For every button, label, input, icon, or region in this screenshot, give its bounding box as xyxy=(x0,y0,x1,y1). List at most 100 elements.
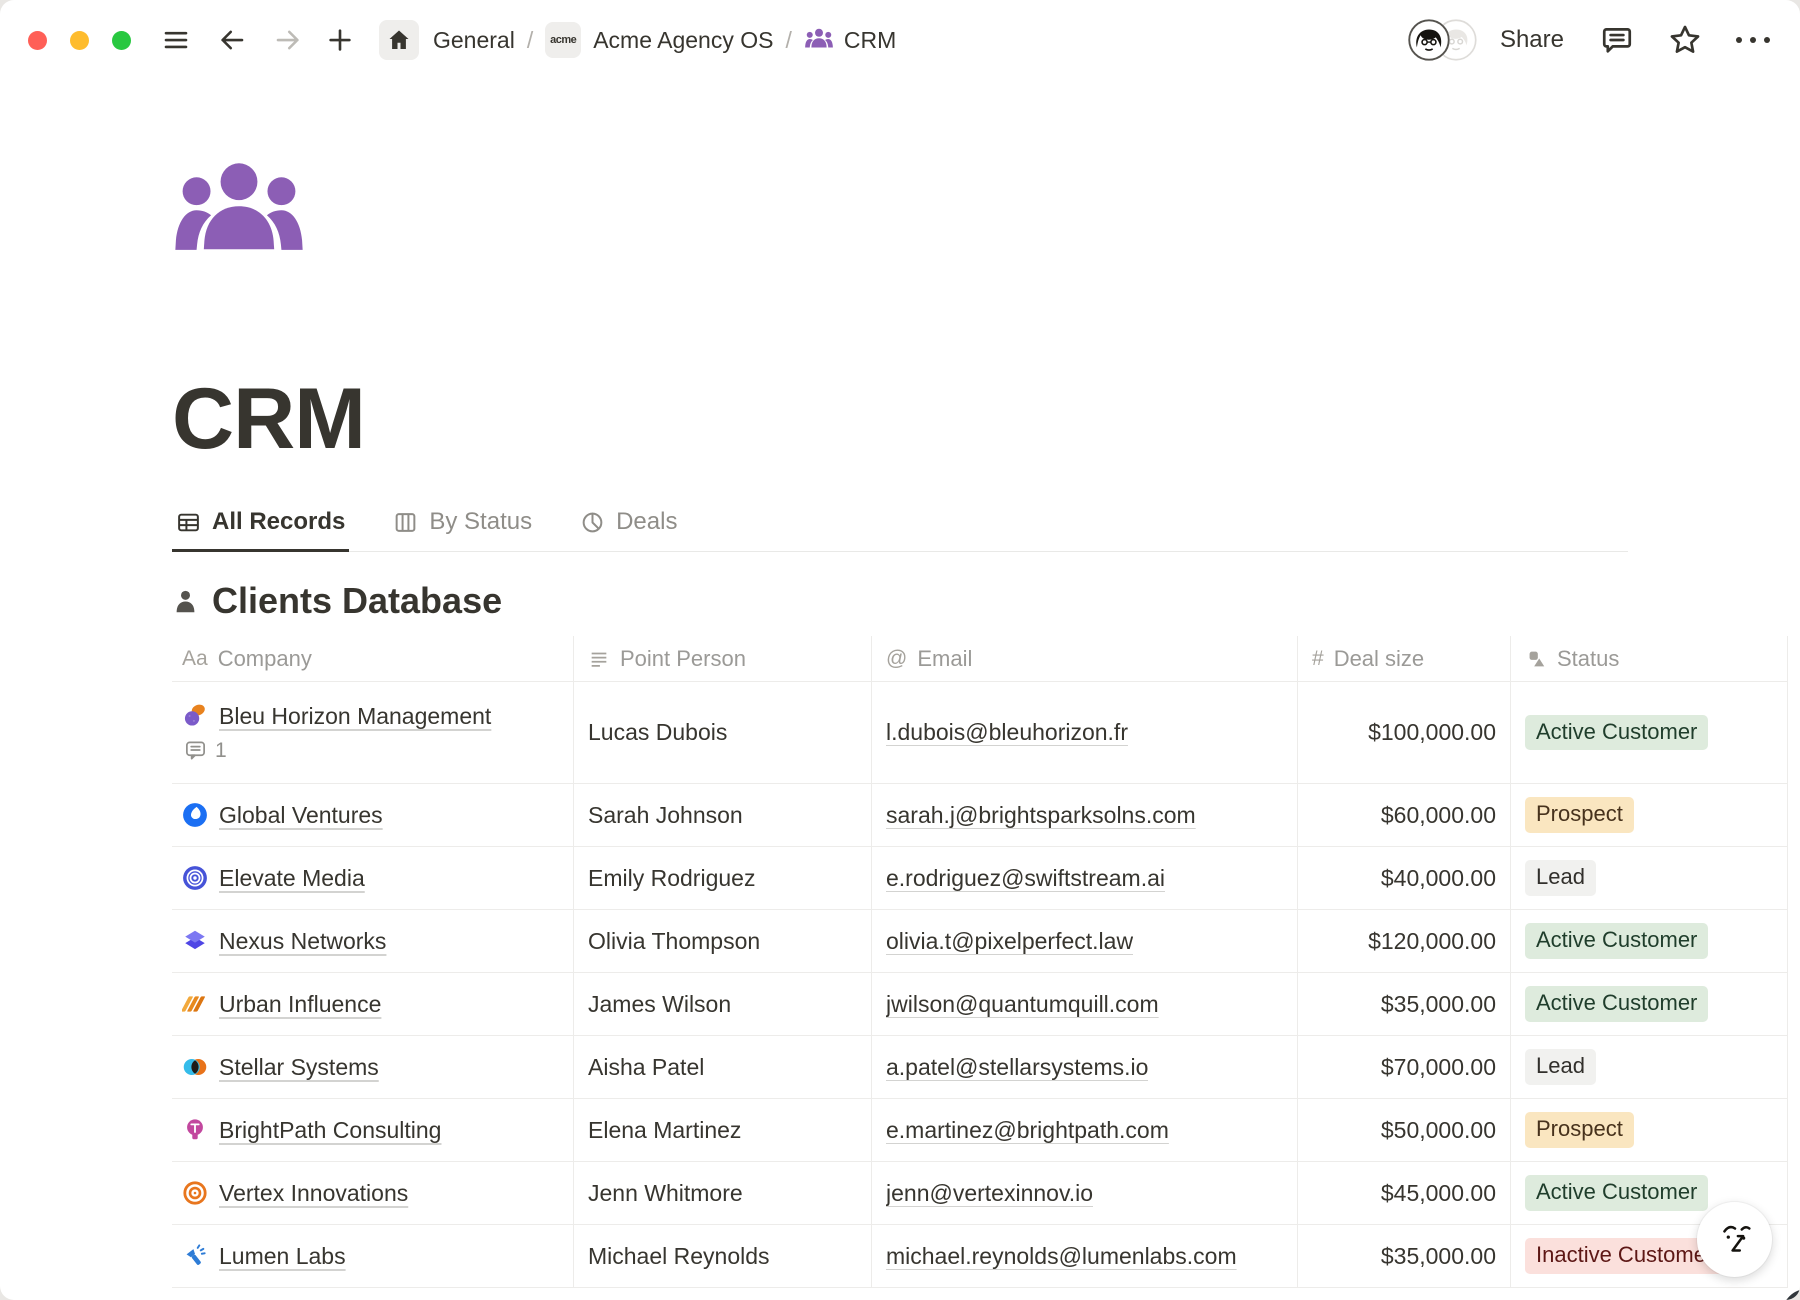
plus-icon[interactable] xyxy=(325,25,355,55)
help-button-partial[interactable] xyxy=(1782,1289,1800,1300)
email-link[interactable]: olivia.t@pixelperfect.law xyxy=(886,928,1133,955)
page-title[interactable]: CRM xyxy=(172,376,1800,462)
collaborator-avatars[interactable] xyxy=(1408,18,1480,62)
point-person-cell[interactable]: Lucas Dubois xyxy=(574,682,872,783)
point-person-cell[interactable]: Aisha Patel xyxy=(574,1036,872,1098)
company-cell[interactable]: Elevate Media xyxy=(172,847,574,909)
column-header-email[interactable]: @ Email xyxy=(872,636,1298,681)
column-header-deal-size[interactable]: # Deal size xyxy=(1298,636,1511,681)
company-link[interactable]: BrightPath Consulting xyxy=(219,1117,441,1144)
email-cell[interactable]: sarah.j@brightsparksolns.com xyxy=(872,784,1298,846)
company-link[interactable]: Bleu Horizon Management xyxy=(219,703,491,730)
email-cell[interactable]: jwilson@quantumquill.com xyxy=(872,973,1298,1035)
company-cell[interactable]: Vertex Innovations xyxy=(172,1162,574,1224)
company-cell[interactable]: Urban Influence xyxy=(172,973,574,1035)
point-person-cell[interactable]: Jenn Whitmore xyxy=(574,1162,872,1224)
status-cell[interactable]: Prospect xyxy=(1511,784,1788,846)
status-badge[interactable]: Prospect xyxy=(1525,797,1634,833)
column-header-company[interactable]: Aa Company xyxy=(172,636,574,681)
company-cell[interactable]: Lumen Labs xyxy=(172,1225,574,1287)
forward-arrow-icon[interactable] xyxy=(273,25,303,55)
email-link[interactable]: michael.reynolds@lumenlabs.com xyxy=(886,1243,1237,1270)
minimize-icon[interactable] xyxy=(70,31,89,50)
breadcrumb-page[interactable]: CRM xyxy=(804,25,896,55)
status-badge[interactable]: Inactive Customer xyxy=(1525,1238,1724,1274)
status-badge[interactable]: Lead xyxy=(1525,860,1596,896)
status-badge[interactable]: Lead xyxy=(1525,1049,1596,1085)
company-link[interactable]: Lumen Labs xyxy=(219,1243,346,1270)
company-cell[interactable]: BrightPath Consulting xyxy=(172,1099,574,1161)
status-cell[interactable]: Prospect xyxy=(1511,1099,1788,1161)
email-cell[interactable]: a.patel@stellarsystems.io xyxy=(872,1036,1298,1098)
email-link[interactable]: jwilson@quantumquill.com xyxy=(886,991,1159,1018)
status-badge[interactable]: Active Customer xyxy=(1525,923,1708,959)
company-link[interactable]: Stellar Systems xyxy=(219,1054,379,1081)
back-arrow-icon[interactable] xyxy=(217,25,247,55)
email-link[interactable]: sarah.j@brightsparksolns.com xyxy=(886,802,1196,829)
point-person-cell[interactable]: Emily Rodriguez xyxy=(574,847,872,909)
ai-assistant-button[interactable] xyxy=(1697,1202,1772,1277)
deal-size-cell[interactable]: $40,000.00 xyxy=(1298,847,1511,909)
company-link[interactable]: Nexus Networks xyxy=(219,928,386,955)
hamburger-icon[interactable] xyxy=(161,25,191,55)
company-cell[interactable]: Nexus Networks xyxy=(172,910,574,972)
email-link[interactable]: e.rodriguez@swiftstream.ai xyxy=(886,865,1165,892)
email-cell[interactable]: olivia.t@pixelperfect.law xyxy=(872,910,1298,972)
tab-deals[interactable]: Deals xyxy=(576,500,681,552)
home-icon[interactable] xyxy=(379,20,419,60)
deal-size-cell[interactable]: $70,000.00 xyxy=(1298,1036,1511,1098)
comment-icon[interactable] xyxy=(1600,23,1634,57)
status-cell[interactable]: Active Customer xyxy=(1511,973,1788,1035)
column-header-status[interactable]: Status xyxy=(1511,636,1788,681)
ellipsis-icon[interactable] xyxy=(1736,37,1770,43)
company-link[interactable]: Elevate Media xyxy=(219,865,365,892)
database-title[interactable]: Clients Database xyxy=(212,580,502,622)
company-cell[interactable]: Global Ventures xyxy=(172,784,574,846)
company-link[interactable]: Vertex Innovations xyxy=(219,1180,408,1207)
status-cell[interactable]: Active Customer xyxy=(1511,682,1788,783)
deal-size-cell[interactable]: $120,000.00 xyxy=(1298,910,1511,972)
status-badge[interactable]: Active Customer xyxy=(1525,1175,1708,1211)
email-cell[interactable]: michael.reynolds@lumenlabs.com xyxy=(872,1225,1298,1287)
email-cell[interactable]: jenn@vertexinnov.io xyxy=(872,1162,1298,1224)
tab-by-status[interactable]: By Status xyxy=(389,500,536,552)
point-person-cell[interactable]: Sarah Johnson xyxy=(574,784,872,846)
email-cell[interactable]: e.rodriguez@swiftstream.ai xyxy=(872,847,1298,909)
company-link[interactable]: Urban Influence xyxy=(219,991,381,1018)
share-button[interactable]: Share xyxy=(1500,26,1564,54)
email-cell[interactable]: l.dubois@bleuhorizon.fr xyxy=(872,682,1298,783)
email-link[interactable]: a.patel@stellarsystems.io xyxy=(886,1054,1148,1081)
column-header-point-person[interactable]: Point Person xyxy=(574,636,872,681)
status-cell[interactable]: Lead xyxy=(1511,1036,1788,1098)
deal-size-cell[interactable]: $45,000.00 xyxy=(1298,1162,1511,1224)
point-person-cell[interactable]: Michael Reynolds xyxy=(574,1225,872,1287)
breadcrumb-general[interactable]: General xyxy=(433,27,515,54)
comment-count-badge[interactable]: 1 xyxy=(182,739,227,763)
point-person-cell[interactable]: Olivia Thompson xyxy=(574,910,872,972)
point-person-cell[interactable]: Elena Martinez xyxy=(574,1099,872,1161)
page-icon-people-group[interactable] xyxy=(172,150,306,276)
deal-size-cell[interactable]: $35,000.00 xyxy=(1298,973,1511,1035)
status-cell[interactable]: Lead xyxy=(1511,847,1788,909)
company-link[interactable]: Global Ventures xyxy=(219,802,383,829)
company-cell[interactable]: Stellar Systems xyxy=(172,1036,574,1098)
status-badge[interactable]: Active Customer xyxy=(1525,986,1708,1022)
status-cell[interactable]: Active Customer xyxy=(1511,910,1788,972)
status-badge[interactable]: Prospect xyxy=(1525,1112,1634,1148)
close-icon[interactable] xyxy=(28,31,47,50)
email-cell[interactable]: e.martinez@brightpath.com xyxy=(872,1099,1298,1161)
zoom-icon[interactable] xyxy=(112,31,131,50)
email-link[interactable]: l.dubois@bleuhorizon.fr xyxy=(886,719,1128,746)
status-badge[interactable]: Active Customer xyxy=(1525,715,1708,751)
deal-size-cell[interactable]: $50,000.00 xyxy=(1298,1099,1511,1161)
tab-all-records[interactable]: All Records xyxy=(172,500,349,552)
breadcrumb-workspace[interactable]: Acme Agency OS xyxy=(593,27,773,54)
workspace-badge-icon[interactable]: acme xyxy=(545,22,581,58)
point-person-cell[interactable]: James Wilson xyxy=(574,973,872,1035)
company-cell[interactable]: Bleu Horizon Management 1 xyxy=(172,682,574,783)
email-link[interactable]: jenn@vertexinnov.io xyxy=(886,1180,1093,1207)
deal-size-cell[interactable]: $35,000.00 xyxy=(1298,1225,1511,1287)
email-link[interactable]: e.martinez@brightpath.com xyxy=(886,1117,1169,1144)
deal-size-cell[interactable]: $100,000.00 xyxy=(1298,682,1511,783)
star-icon[interactable] xyxy=(1668,23,1702,57)
